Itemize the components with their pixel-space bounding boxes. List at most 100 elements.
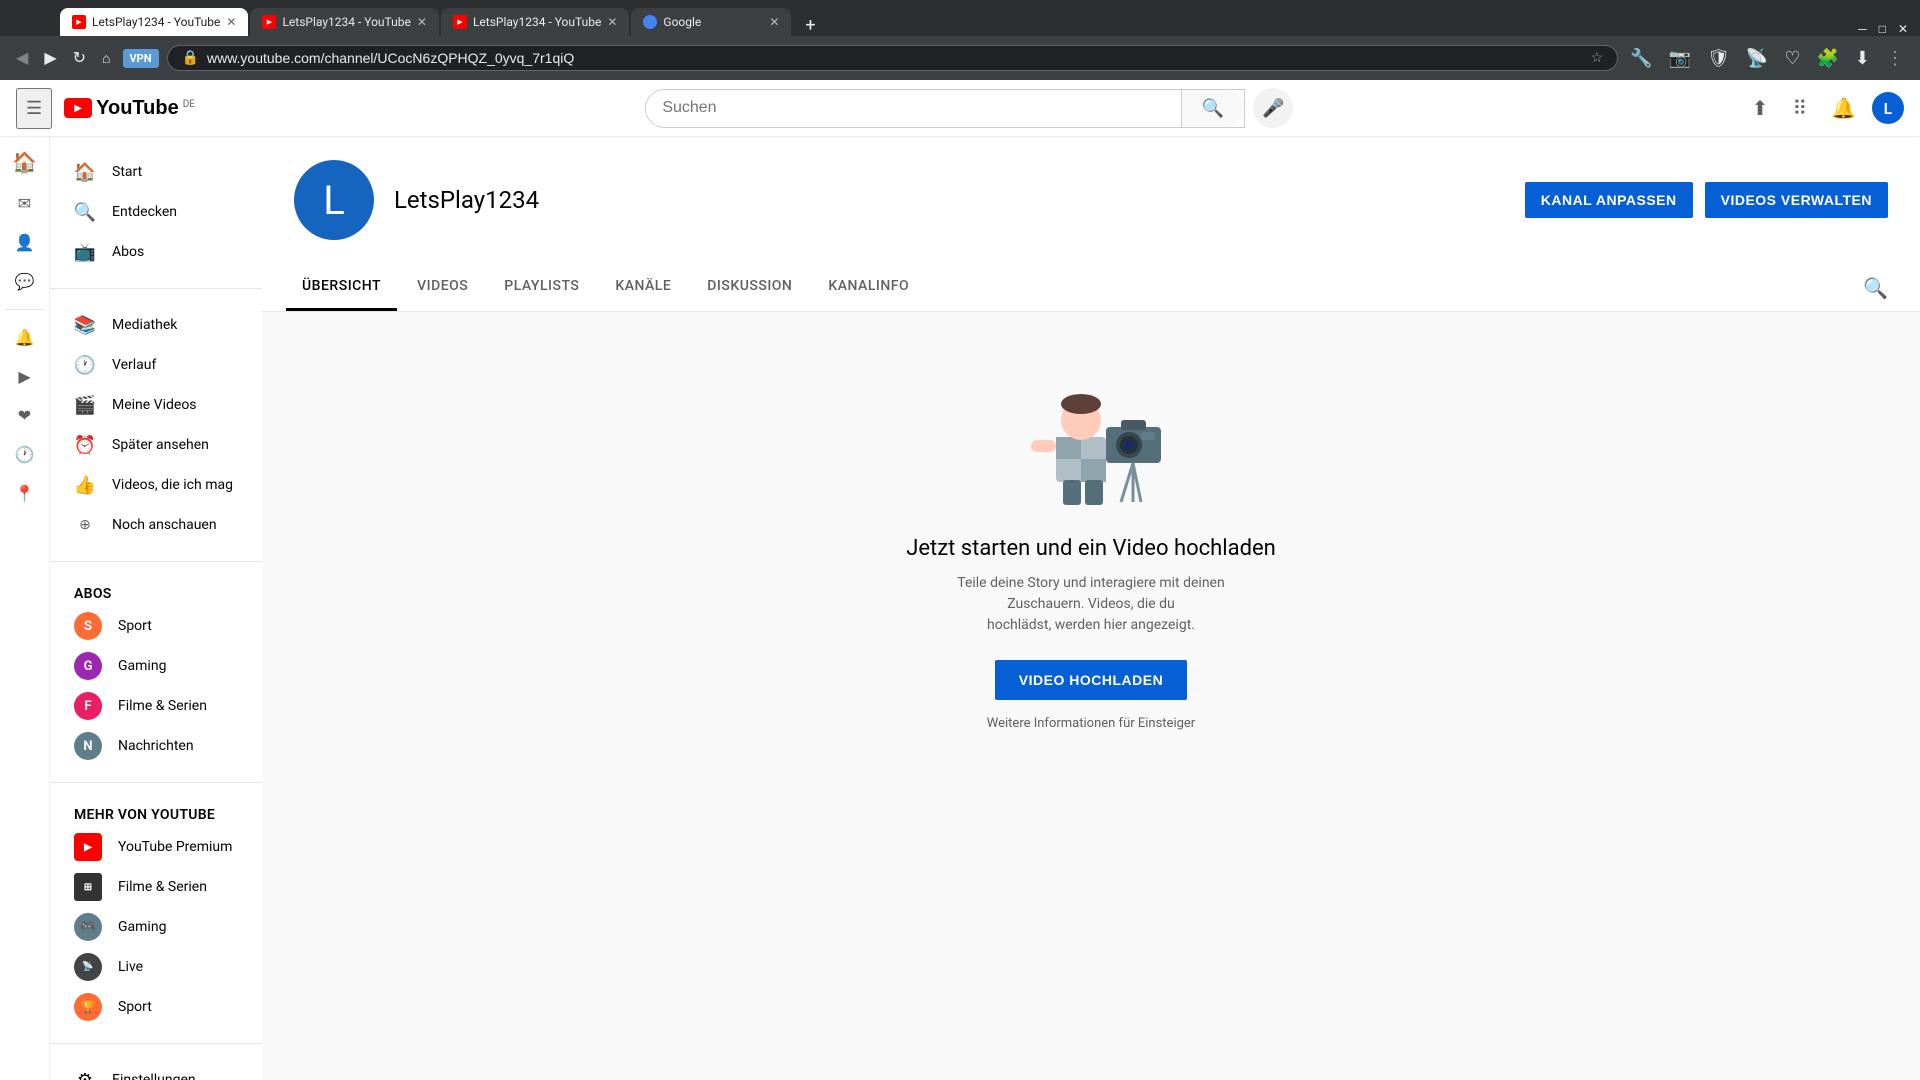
sidebar-label-filme: Filme & Serien	[118, 698, 207, 714]
camera-icon[interactable]: 📷	[1665, 44, 1695, 73]
address-bar-container[interactable]: 🔒 ☆	[167, 45, 1619, 71]
browser-tab-4[interactable]: Google ✕	[631, 8, 791, 36]
sidebar-item-start[interactable]: 🏠 Start	[50, 152, 262, 192]
channel-header: L LetsPlay1234 KANAL ANPASSEN VIDEOS VER…	[262, 136, 1920, 264]
reload-button[interactable]: ↻	[69, 44, 90, 72]
menu-dots-icon[interactable]: ⋮	[1882, 44, 1908, 73]
vpn-badge[interactable]: VPN	[123, 49, 159, 68]
back-button[interactable]: ◀	[12, 44, 32, 72]
kanal-anpassen-button[interactable]: KANAL ANPASSEN	[1525, 182, 1693, 218]
new-tab-button[interactable]: +	[797, 15, 823, 36]
mic-button[interactable]: 🎤	[1253, 88, 1293, 128]
tab-close-3[interactable]: ✕	[607, 15, 617, 29]
user-avatar[interactable]: L	[1872, 92, 1904, 124]
sidebar-item-verlauf[interactable]: 🕐 Verlauf	[50, 345, 262, 385]
browser-tab-3[interactable]: ▶ LetsPlay1234 - YouTube ✕	[441, 8, 629, 36]
sidebar-item-abos[interactable]: 📺 Abos	[50, 232, 262, 272]
sidebar-label-sport2: Sport	[118, 999, 152, 1015]
tab-kanalinfo[interactable]: KANALINFO	[812, 264, 925, 311]
sidebar-item-einstellungen[interactable]: ⚙ Einstellungen	[50, 1060, 262, 1080]
sidebar-item-entdecken[interactable]: 🔍 Entdecken	[50, 192, 262, 232]
sidebar-item-nachrichten[interactable]: N Nachrichten	[50, 726, 262, 766]
extensions-icon[interactable]: 🔧	[1626, 44, 1656, 73]
sidebar-item-gaming2[interactable]: 🎮 Gaming	[50, 907, 262, 947]
watch-later-icon: ⏰	[74, 434, 96, 456]
leftbar-home-icon[interactable]: 🏠	[6, 144, 43, 180]
sidebar-item-meine-videos[interactable]: 🎬 Meine Videos	[50, 385, 262, 425]
leftbar-subscriptions-icon[interactable]: ✉	[12, 188, 37, 219]
sidebar-library-section: 📚 Mediathek 🕐 Verlauf 🎬 Meine Videos ⏰ S…	[50, 297, 262, 553]
sidebar-item-noch-anschauen[interactable]: ⊕ Noch anschauen	[50, 505, 262, 545]
youtube-logo[interactable]: YouTube DE	[64, 97, 195, 120]
browser-tab-1[interactable]: ▶ LetsPlay1234 - YouTube ✕	[60, 8, 248, 36]
address-bar[interactable]	[207, 50, 1583, 66]
sidebar-nav-section: 🏠 Start 🔍 Entdecken 📺 Abos	[50, 144, 262, 280]
close-button[interactable]: ✕	[1898, 22, 1908, 36]
my-videos-icon: 🎬	[74, 394, 96, 416]
sidebar-mehr-section: MEHR VON YOUTUBE ▶ YouTube Premium ⊞ Fil…	[50, 791, 262, 1035]
home-button[interactable]: ⌂	[98, 46, 114, 70]
beginner-link[interactable]: Weitere Informationen für Einsteiger	[987, 716, 1195, 731]
sidebar-item-live[interactable]: 📡 Live	[50, 947, 262, 987]
leftbar-location-icon[interactable]: 📍	[9, 478, 41, 509]
sidebar-item-yt-premium[interactable]: ▶ YouTube Premium	[50, 827, 262, 867]
liked-icon: 👍	[74, 474, 96, 496]
divider-3	[50, 782, 262, 783]
heart-icon[interactable]: ♡	[1780, 44, 1804, 73]
hamburger-menu-button[interactable]: ☰	[16, 88, 52, 129]
block-icon[interactable]: 🛡	[1703, 44, 1734, 73]
tab-close-2[interactable]: ✕	[417, 15, 427, 29]
tab-uebersicht[interactable]: ÜBERSICHT	[286, 264, 397, 311]
subscriptions-icon: 📺	[74, 241, 96, 263]
leftbar-heart-icon[interactable]: ❤	[12, 400, 37, 431]
live-icon: 📡	[74, 953, 102, 981]
search-input[interactable]	[646, 91, 1181, 125]
watch-next-icon: ⊕	[74, 514, 96, 536]
leftbar-play-icon[interactable]: ▶	[12, 361, 36, 392]
gaming-channel-icon: G	[74, 652, 102, 680]
leftbar-notifications-icon[interactable]: 🔔	[9, 322, 41, 353]
sidebar-item-sport2[interactable]: 🏆 Sport	[50, 987, 262, 1027]
download-icon[interactable]: ⬇	[1851, 44, 1874, 73]
tab-title-2: LetsPlay1234 - YouTube	[282, 15, 410, 29]
notifications-button[interactable]: 🔔	[1823, 88, 1864, 129]
search-button[interactable]: 🔍	[1181, 90, 1244, 127]
maximize-button[interactable]: □	[1879, 22, 1886, 36]
leftbar-chat-icon[interactable]: 💬	[9, 266, 41, 297]
video-hochladen-button[interactable]: VIDEO HOCHLADEN	[995, 660, 1187, 700]
forward-button[interactable]: ▶	[40, 44, 60, 72]
tab-close-1[interactable]: ✕	[226, 15, 236, 29]
sidebar-item-gaming[interactable]: G Gaming	[50, 646, 262, 686]
channel-info: L LetsPlay1234	[294, 160, 539, 240]
filme-serien-icon: ⊞	[74, 873, 102, 901]
library-icon: 📚	[74, 314, 96, 336]
sport2-icon: 🏆	[74, 993, 102, 1021]
tab-diskussion[interactable]: DISKUSSION	[691, 264, 808, 311]
upload-button[interactable]: ⬆	[1744, 88, 1777, 129]
puzzle-icon[interactable]: 🧩	[1812, 44, 1842, 73]
sidebar-label-mediathek: Mediathek	[112, 317, 177, 333]
sidebar-item-spaeter[interactable]: ⏰ Später ansehen	[50, 425, 262, 465]
leftbar-library-icon[interactable]: 👤	[9, 227, 41, 258]
bookmark-icon[interactable]: ☆	[1591, 50, 1604, 66]
tab-close-4[interactable]: ✕	[769, 15, 779, 29]
channel-search-button[interactable]: 🔍	[1855, 268, 1896, 308]
filme-channel-icon: F	[74, 692, 102, 720]
sidebar-item-filme[interactable]: F Filme & Serien	[50, 686, 262, 726]
browser-tab-2[interactable]: ▶ LetsPlay1234 - YouTube ✕	[250, 8, 438, 36]
sidebar-item-sport[interactable]: S Sport	[50, 606, 262, 646]
header-right: ⬆ ⠿ 🔔 L	[1744, 88, 1904, 129]
sidebar-item-liked[interactable]: 👍 Videos, die ich mag	[50, 465, 262, 505]
tab-kanaele[interactable]: KANÄLE	[599, 264, 687, 311]
leftbar-history-icon[interactable]: 🕐	[9, 439, 41, 470]
minimize-button[interactable]: ─	[1858, 22, 1867, 36]
videos-verwalten-button[interactable]: VIDEOS VERWALTEN	[1705, 182, 1888, 218]
sidebar-item-mediathek[interactable]: 📚 Mediathek	[50, 305, 262, 345]
sidebar-label-gaming: Gaming	[118, 658, 166, 674]
cast-icon[interactable]: 📡	[1742, 44, 1772, 73]
sidebar-settings-section: ⚙ Einstellungen	[50, 1052, 262, 1080]
sidebar-item-filme-serien[interactable]: ⊞ Filme & Serien	[50, 867, 262, 907]
tab-videos[interactable]: VIDEOS	[401, 264, 484, 311]
tab-playlists[interactable]: PLAYLISTS	[488, 264, 595, 311]
apps-button[interactable]: ⠿	[1784, 88, 1815, 129]
